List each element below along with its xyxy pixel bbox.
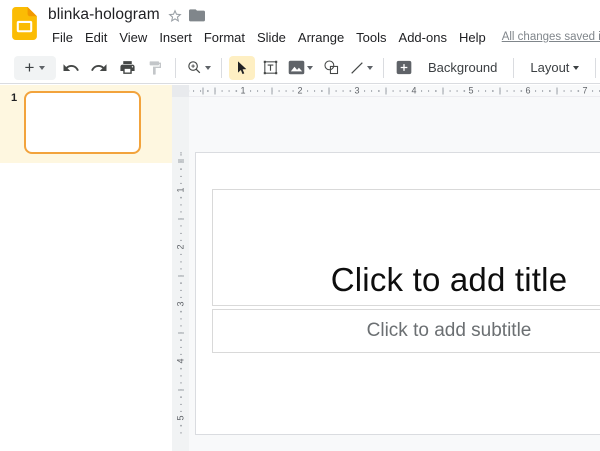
text-box-icon <box>262 59 279 76</box>
undo-icon <box>62 59 80 77</box>
hruler-label: 2 <box>294 86 305 95</box>
toolbar-separator <box>175 58 176 78</box>
background-label: Background <box>428 60 497 75</box>
comment-icon <box>396 60 412 75</box>
hruler-label: 7 <box>579 86 590 95</box>
menu-slide[interactable]: Slide <box>251 30 292 45</box>
slide-number: 1 <box>11 92 17 104</box>
menu-addons[interactable]: Add-ons <box>393 30 453 45</box>
subtitle-placeholder[interactable]: Click to add subtitle <box>212 309 600 353</box>
paint-format-icon <box>147 60 163 76</box>
toolbar-separator <box>513 58 514 78</box>
plus-icon: + <box>25 59 35 76</box>
zoom-button[interactable] <box>183 56 214 80</box>
zoom-icon <box>186 59 203 76</box>
menu-insert[interactable]: Insert <box>153 30 198 45</box>
image-icon <box>288 60 305 75</box>
app-header: blinka-hologram File Edit View Insert Fo… <box>0 0 600 52</box>
vruler-label: 5 <box>175 413 186 422</box>
menu-edit[interactable]: Edit <box>79 30 113 45</box>
ruler-corner <box>172 85 189 97</box>
horizontal-ruler: 1 2 3 4 5 6 7 <box>189 85 600 97</box>
insert-comment-button[interactable] <box>391 56 417 80</box>
toolbar: + <box>0 52 600 84</box>
vruler-label: 4 <box>175 356 186 365</box>
redo-icon <box>90 59 108 77</box>
new-slide-button[interactable]: + <box>14 56 56 80</box>
select-tool-button[interactable] <box>229 56 255 80</box>
title-placeholder-text: Click to add title <box>213 261 600 299</box>
vertical-ruler: 1 2 3 4 5 <box>172 97 189 451</box>
hruler-label: 4 <box>408 86 419 95</box>
slides-logo-icon[interactable] <box>12 7 37 40</box>
menu-arrange[interactable]: Arrange <box>292 30 350 45</box>
line-icon <box>349 60 365 76</box>
save-status-link[interactable]: All changes saved in Drive <box>502 31 600 43</box>
subtitle-placeholder-text: Click to add subtitle <box>213 310 600 352</box>
menu-format[interactable]: Format <box>198 30 251 45</box>
chevron-down-icon <box>307 66 313 70</box>
vruler-label: 1 <box>175 185 186 194</box>
hruler-label: 3 <box>351 86 362 95</box>
vruler-label: 3 <box>175 299 186 308</box>
print-button[interactable] <box>114 56 140 80</box>
toolbar-separator <box>595 58 596 78</box>
slide-canvas: Click to add title Click to add subtitle <box>189 97 600 451</box>
chevron-down-icon <box>573 66 579 70</box>
chevron-down-icon <box>367 66 373 70</box>
insert-line-button[interactable] <box>346 56 376 80</box>
paint-format-button[interactable] <box>142 56 168 80</box>
document-title[interactable]: blinka-hologram <box>48 6 160 24</box>
print-icon <box>119 59 136 76</box>
menu-help[interactable]: Help <box>453 30 492 45</box>
star-icon[interactable] <box>167 8 183 24</box>
vruler-label: 2 <box>175 242 186 251</box>
menu-file[interactable]: File <box>46 30 79 45</box>
layout-label: Layout <box>530 60 569 75</box>
layout-button[interactable]: Layout <box>520 56 589 80</box>
hruler-label: 1 <box>237 86 248 95</box>
filmstrip-slide-1[interactable]: 1 <box>0 85 172 163</box>
move-folder-icon[interactable] <box>189 9 205 23</box>
title-placeholder[interactable]: Click to add title <box>212 189 600 306</box>
cursor-icon <box>234 60 250 76</box>
chevron-down-icon <box>205 66 211 70</box>
slide-page: Click to add title Click to add subtitle <box>195 152 600 435</box>
slide-1-thumbnail[interactable] <box>24 91 141 154</box>
menu-bar: File Edit View Insert Format Slide Arran… <box>46 28 600 46</box>
toolbar-separator <box>383 58 384 78</box>
menu-tools[interactable]: Tools <box>350 30 392 45</box>
insert-image-button[interactable] <box>285 56 316 80</box>
redo-button[interactable] <box>86 56 112 80</box>
shape-icon <box>323 59 340 76</box>
hruler-label: 5 <box>465 86 476 95</box>
text-box-button[interactable] <box>257 56 283 80</box>
menu-view[interactable]: View <box>113 30 153 45</box>
undo-button[interactable] <box>58 56 84 80</box>
chevron-down-icon <box>39 66 45 70</box>
hruler-label: 6 <box>522 86 533 95</box>
slide-filmstrip: 1 <box>0 85 172 451</box>
insert-shape-button[interactable] <box>318 56 344 80</box>
toolbar-separator <box>221 58 222 78</box>
background-button[interactable]: Background <box>418 56 507 80</box>
